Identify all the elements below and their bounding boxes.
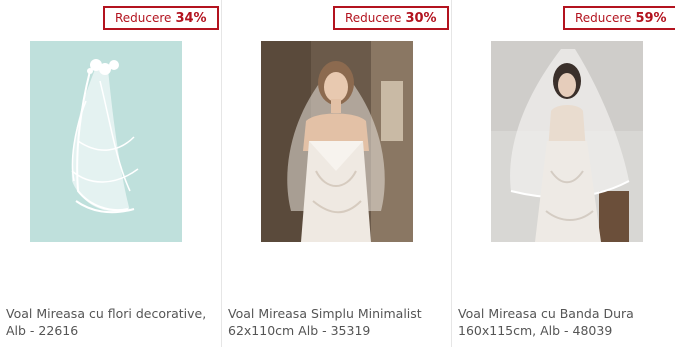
product-title[interactable]: Voal Mireasa cu Banda Dura 160x115cm, Al… — [458, 305, 669, 339]
discount-badge: Reducere 59% — [563, 6, 675, 30]
product-card[interactable]: Reducere 30% Voal Mireasa Simplu Minimal… — [222, 0, 451, 347]
product-title[interactable]: Voal Mireasa cu flori decorative, Alb - … — [6, 305, 215, 339]
discount-percent: 59% — [635, 11, 667, 26]
discount-badge: Reducere 34% — [103, 6, 219, 30]
product-grid: Reducere 34% Voal Mireasa cu flori decora… — [0, 0, 675, 347]
product-image[interactable] — [261, 41, 413, 242]
discount-badge: Reducere 30% — [333, 6, 449, 30]
discount-label: Reducere — [345, 11, 402, 25]
bride-wearing-banded-veil-photo — [491, 41, 643, 242]
discount-percent: 30% — [405, 11, 437, 26]
product-image[interactable] — [30, 41, 182, 242]
product-image[interactable] — [491, 41, 643, 242]
product-card[interactable]: Reducere 59% Voal Mireasa cu Banda Dura 1… — [452, 0, 675, 347]
discount-percent: 34% — [175, 11, 207, 26]
product-title[interactable]: Voal Mireasa Simplu Minimalist 62x110cm … — [228, 305, 445, 339]
white-veil-with-flowers-photo — [30, 41, 182, 242]
discount-label: Reducere — [115, 11, 172, 25]
product-card[interactable]: Reducere 34% Voal Mireasa cu flori decora… — [0, 0, 221, 347]
bride-wearing-simple-veil-photo — [261, 41, 413, 242]
discount-label: Reducere — [575, 11, 632, 25]
